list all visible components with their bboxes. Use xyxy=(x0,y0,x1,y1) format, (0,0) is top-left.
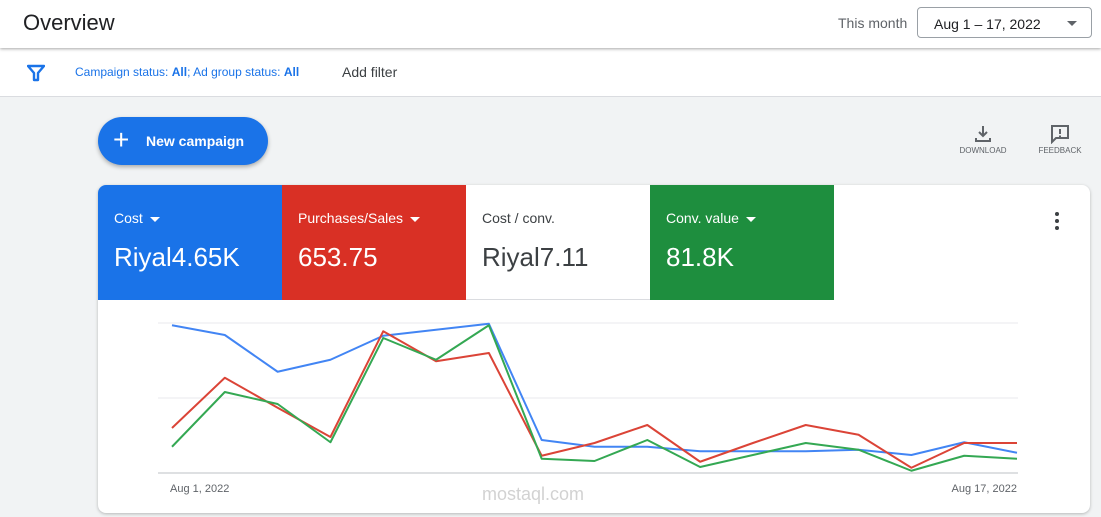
x-tick-label: Aug 1, 2022 xyxy=(170,483,229,495)
feedback-button[interactable]: FEEDBACK xyxy=(1030,124,1090,155)
x-tick-label: Aug 17, 2022 xyxy=(952,483,1017,495)
performance-card: Cost Riyal4.65K Purchases/Sales 653.75 Cost … xyxy=(98,185,1090,513)
filter-icon[interactable] xyxy=(27,64,45,82)
series-line-0 xyxy=(171,322,1018,456)
filter-status[interactable]: Campaign status: All; Ad group status: A… xyxy=(75,65,299,79)
download-label: DOWNLOAD xyxy=(959,146,1007,155)
feedback-label: FEEDBACK xyxy=(1038,146,1082,155)
performance-chart: Aug 1, 2022 Aug 17, 2022 xyxy=(158,322,1018,495)
date-range-dropdown[interactable]: Aug 1 – 17, 2022 xyxy=(917,7,1092,38)
new-campaign-button[interactable]: + New campaign xyxy=(98,117,268,165)
download-button[interactable]: DOWNLOAD xyxy=(953,124,1013,155)
caret-down-icon xyxy=(1067,21,1077,26)
filter-bar: Campaign status: All; Ad group status: A… xyxy=(0,48,1101,97)
download-icon xyxy=(975,126,991,142)
plus-icon: + xyxy=(113,124,130,155)
top-bar: Overview This month Aug 1 – 17, 2022 xyxy=(0,0,1101,48)
page-title: Overview xyxy=(23,10,115,35)
add-filter-button[interactable]: Add filter xyxy=(342,64,397,80)
date-range-label: This month xyxy=(838,15,908,31)
watermark: mostaql.com xyxy=(482,484,585,504)
date-range-value: Aug 1 – 17, 2022 xyxy=(934,16,1041,32)
feedback-icon xyxy=(1051,125,1069,145)
